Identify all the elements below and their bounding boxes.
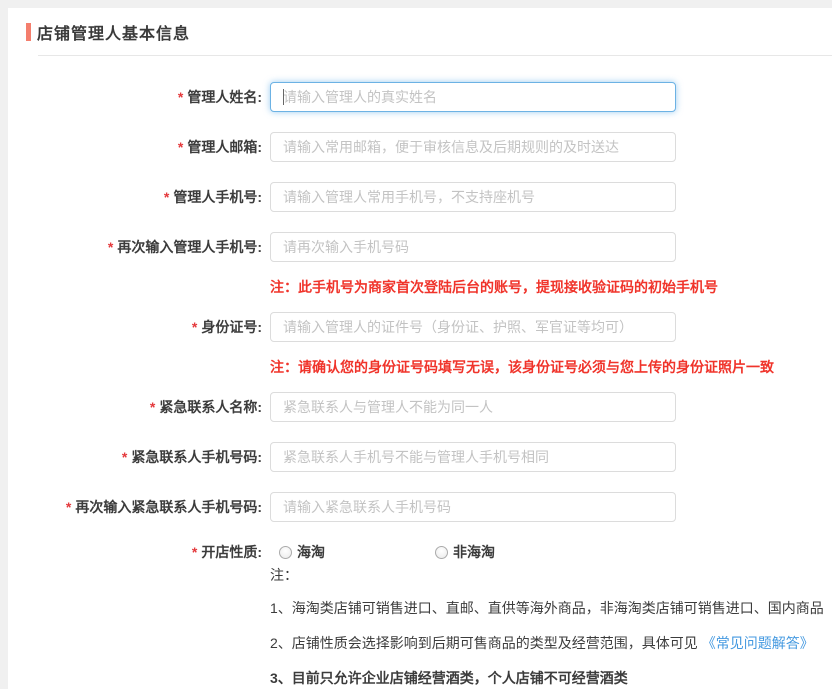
manager-phone-note: 注：此手机号为商家首次登陆后台的账号，提现接收验证码的初始手机号 (270, 279, 718, 295)
shop-manager-info-panel: 店铺管理人基本信息 *管理人姓名: *管理人邮箱: *管理人手机号: *再次输入… (8, 8, 832, 689)
id-number-label: * 身份证号: (191, 319, 262, 335)
shop-type-note-1: 1、海淘类店铺可销售进口、直邮、直供等海外商品，非海淘类店铺可销售进口、国内商品 (270, 600, 824, 616)
required-marker: * (107, 239, 114, 255)
shop-type-note-2: 2、店铺性质会选择影响到后期可售商品的类型及经营范围，具体可见 《常见问题解答》 (270, 635, 814, 651)
form-row-manager-phone-confirm: * 再次输入管理人手机号: (8, 232, 832, 262)
radio-unchecked-icon (279, 545, 292, 559)
required-marker: * (149, 399, 156, 415)
manager-phone-input[interactable] (270, 182, 676, 212)
required-marker: * (177, 89, 184, 105)
faq-link[interactable]: 《常见问题解答》 (702, 635, 814, 651)
notes-heading: 注： (270, 567, 298, 583)
emergency-name-input[interactable] (270, 392, 676, 422)
radio-unchecked-icon (435, 545, 448, 559)
shop-type-note-3: 3、目前只允许企业店铺经营酒类，个人店铺不可经营酒类 (270, 670, 628, 686)
required-marker: * (191, 319, 198, 335)
form-row-id-number: * 身份证号: (8, 312, 832, 342)
manager-email-input[interactable] (270, 132, 676, 162)
radio-non-haitao[interactable]: 非海淘 (435, 542, 495, 562)
accent-bar-icon (26, 23, 31, 41)
form-row-manager-name: * 管理人姓名: (8, 82, 832, 112)
required-marker: * (191, 544, 198, 560)
shop-type-radio-group: 海淘 非海淘 (279, 542, 495, 562)
form-row-emergency-name: * 紧急联系人名称: (8, 392, 832, 422)
form-row-shop-type: * 开店性质: 海淘 非海淘 (8, 542, 832, 562)
id-number-note: 注：请确认您的身份证号码填写无误，该身份证号必须与您上传的身份证照片一致 (270, 359, 774, 375)
text-caret (283, 89, 284, 105)
required-marker: * (121, 449, 128, 465)
shop-type-label: * 开店性质: (191, 544, 262, 560)
manager-phone-confirm-input[interactable] (270, 232, 676, 262)
section-header: 店铺管理人基本信息 (8, 8, 832, 56)
manager-phone-label: * 管理人手机号: (163, 189, 262, 205)
form-row-emergency-phone-confirm: * 再次输入紧急联系人手机号码: (8, 492, 832, 522)
form-row-emergency-phone: * 紧急联系人手机号码: (8, 442, 832, 472)
emergency-name-label: * 紧急联系人名称: (149, 399, 262, 415)
form-row-manager-email: * 管理人邮箱: (8, 132, 832, 162)
manager-name-label: * 管理人姓名: (177, 89, 262, 105)
radio-haitao[interactable]: 海淘 (279, 542, 325, 562)
emergency-phone-confirm-input[interactable] (270, 492, 676, 522)
page-title: 店铺管理人基本信息 (37, 26, 191, 43)
required-marker: * (65, 499, 72, 515)
manager-info-form: *管理人姓名: *管理人邮箱: *管理人手机号: *再次输入管理人手机号: (8, 56, 832, 688)
id-number-input[interactable] (270, 312, 676, 342)
emergency-phone-label: * 紧急联系人手机号码: (121, 449, 262, 465)
form-row-manager-phone: * 管理人手机号: (8, 182, 832, 212)
manager-phone-confirm-label: * 再次输入管理人手机号: (107, 239, 262, 255)
manager-email-label: * 管理人邮箱: (177, 139, 262, 155)
manager-name-input[interactable] (270, 82, 676, 112)
emergency-phone-confirm-label: * 再次输入紧急联系人手机号码: (65, 499, 262, 515)
required-marker: * (177, 139, 184, 155)
emergency-phone-input[interactable] (270, 442, 676, 472)
required-marker: * (163, 189, 170, 205)
